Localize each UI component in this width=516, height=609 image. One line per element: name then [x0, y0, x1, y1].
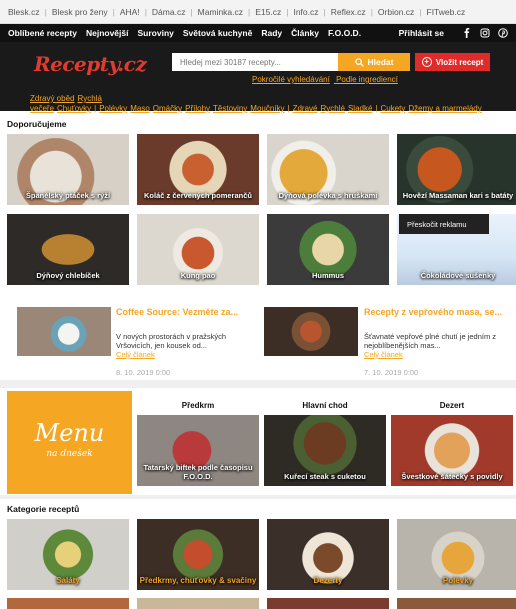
nav-item-svetova-kuchyne[interactable]: Světová kuchyně [183, 28, 252, 38]
quick-link[interactable]: Cukety [381, 104, 406, 113]
article-date: 8. 10. 2019 0:00 [116, 368, 171, 377]
network-link[interactable]: Info.cz [293, 7, 318, 17]
network-link[interactable]: Blesk.cz [8, 7, 40, 17]
menu-dish-tile[interactable]: Tatarský biftek podle časopisu F.O.O.D. [137, 415, 259, 486]
nav-item-rady[interactable]: Rady [261, 28, 282, 38]
advanced-search-link[interactable]: Pokročilé vyhledávání [252, 75, 330, 84]
main-nav: Oblíbené recepty Nejnovější Suroviny Svě… [0, 24, 516, 42]
category-tile-dezerty[interactable]: Dezerty [267, 519, 389, 590]
separator: | [287, 104, 290, 113]
quick-link[interactable]: Sladké [348, 104, 372, 113]
section-divider [0, 380, 516, 388]
quick-link[interactable]: Zdravé [293, 104, 318, 113]
quick-link[interactable]: Omáčky [153, 104, 182, 113]
skip-ad-button[interactable]: Přeskočit reklamu [399, 214, 489, 234]
separator: | [94, 104, 97, 113]
article-link[interactable]: Celý článek [116, 350, 155, 359]
quick-link[interactable]: Chuťovky [57, 104, 91, 113]
category-tile-salaty[interactable]: Saláty [7, 519, 129, 590]
article-excerpt: V nových prostorách v pražských Vršovicí… [116, 332, 227, 350]
separator: | [375, 104, 378, 113]
network-link[interactable]: Orbion.cz [378, 7, 414, 17]
menu-column-dessert: Dezert [439, 401, 465, 410]
nav-item-suroviny[interactable]: Suroviny [138, 28, 174, 38]
article-image[interactable] [264, 307, 358, 356]
recipe-tile[interactable]: Španělský ptáček s rýží [7, 134, 129, 205]
category-tile[interactable] [7, 598, 129, 609]
article-excerpt: Šťavnaté vepřové plné chutí je jedním z … [364, 332, 497, 350]
article-title[interactable]: Coffee Source: Vezměte za... [116, 307, 256, 317]
section-title-categories: Kategorie receptů [7, 504, 80, 514]
pinterest-icon[interactable] [498, 28, 508, 38]
menu-column-main: Hlavní chod [302, 401, 348, 410]
separator: | [370, 6, 373, 17]
separator: | [190, 6, 193, 17]
search-button[interactable]: Hledat [338, 53, 410, 71]
recipe-tile[interactable]: Kung pao [137, 214, 259, 285]
add-recipe-button[interactable]: + Vložit recept [415, 53, 490, 71]
separator: | [112, 6, 115, 17]
by-ingredients-link[interactable]: Podle ingrediencí [336, 75, 398, 84]
category-tile[interactable] [137, 598, 259, 609]
plus-icon: + [421, 57, 432, 67]
section-title-recommended: Doporučujeme [7, 119, 67, 129]
category-tile[interactable] [397, 598, 516, 609]
nav-item-food[interactable]: F.O.O.D. [328, 28, 361, 38]
article-title[interactable]: Recepty z vepřového masa, se... [364, 307, 504, 317]
separator: | [323, 6, 326, 17]
menu-of-the-day-badge: Menu na dnešek [7, 391, 132, 494]
recipe-tile[interactable]: Hovězí Massaman kari s batáty [397, 134, 516, 205]
header-banner: Recepty.cz Hledat + Vložit recept Pokroč… [0, 42, 516, 114]
separator: | [419, 6, 422, 17]
separator: | [248, 6, 251, 17]
separator: | [286, 6, 289, 17]
network-link[interactable]: E15.cz [255, 7, 281, 17]
quick-link[interactable]: Moučníky [250, 104, 284, 113]
category-tile-predkrmy[interactable]: Předkrmy, chuťovky & svačiny [137, 519, 259, 590]
network-link[interactable]: AHA! [120, 7, 140, 17]
network-link[interactable]: Blesk pro ženy [52, 7, 108, 17]
site-logo[interactable]: Recepty.cz [34, 52, 147, 76]
network-link[interactable]: FITweb.cz [427, 7, 466, 17]
article-image[interactable] [17, 307, 111, 356]
article-link[interactable]: Celý článek [364, 350, 403, 359]
quick-links: Zdravý oběd Rychlá večeře Chuťovky | Polévky… [30, 94, 500, 114]
network-link[interactable]: Reflex.cz [331, 7, 366, 17]
menu-dish-tile[interactable]: Kuřecí steak s cuketou [264, 415, 386, 486]
menu-dish-tile[interactable]: Švestkové šátečky s povidly [391, 415, 513, 486]
nav-item-oblibene[interactable]: Oblíbené recepty [8, 28, 77, 38]
section-divider [0, 495, 516, 499]
nav-item-clanky[interactable]: Články [291, 28, 319, 38]
recipe-tile[interactable]: Dýňová polévka s hruškami [267, 134, 389, 205]
quick-link[interactable]: Džemy a marmelády [408, 104, 481, 113]
recipe-tile[interactable]: Dýňový chlebíček [7, 214, 129, 285]
quick-link[interactable]: Těstoviny [213, 104, 247, 113]
nav-item-nejnovejsi[interactable]: Nejnovější [86, 28, 129, 38]
recipe-tile[interactable]: Koláč z červených pomerančů [137, 134, 259, 205]
separator: | [44, 6, 47, 17]
search-icon [354, 57, 364, 67]
search-input[interactable] [172, 53, 338, 71]
quick-link[interactable]: Přílohy [185, 104, 210, 113]
login-link[interactable]: Přihlásit se [399, 28, 444, 38]
network-link[interactable]: Dáma.cz [152, 7, 186, 17]
quick-link[interactable]: Polévky [99, 104, 127, 113]
article-date: 7. 10. 2019 0:00 [364, 368, 419, 377]
separator: | [144, 6, 147, 17]
quick-link[interactable]: Rychlé [321, 104, 345, 113]
menu-column-starter: Předkrm [181, 401, 215, 410]
quick-link[interactable]: Zdravý oběd [30, 94, 74, 103]
instagram-icon[interactable] [480, 28, 490, 38]
network-link[interactable]: Maminka.cz [198, 7, 243, 17]
quick-link[interactable]: Maso [130, 104, 150, 113]
category-tile[interactable] [267, 598, 389, 609]
network-bar: Blesk.cz | Blesk pro ženy | AHA! | Dáma.cz | Mam… [0, 0, 516, 24]
category-tile-polevky[interactable]: Polévky [397, 519, 516, 590]
search-options: Pokročilé vyhledávání Podle ingrediencí [252, 75, 402, 84]
facebook-icon[interactable] [462, 28, 472, 38]
recipe-tile[interactable]: Hummus [267, 214, 389, 285]
